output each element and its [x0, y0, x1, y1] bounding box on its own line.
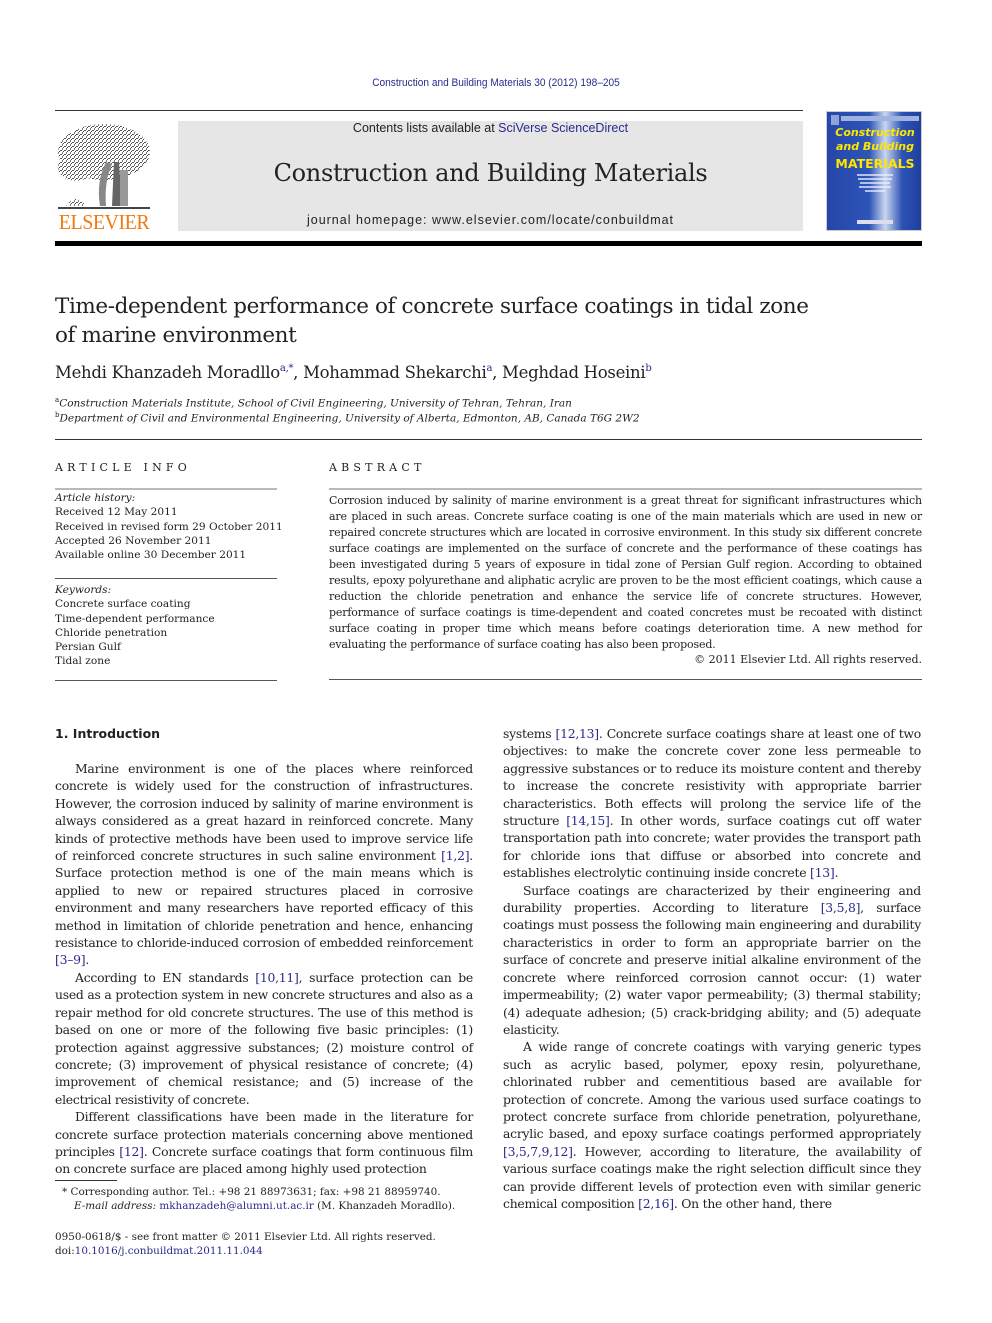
citation-link[interactable]: [3,5,8]: [821, 900, 861, 915]
article-title-line1: Time-dependent performance of concrete s…: [55, 294, 809, 319]
citation-link[interactable]: [10,11]: [255, 970, 299, 985]
citation-link[interactable]: [14,15]: [566, 813, 610, 828]
abstract-rule: [329, 679, 922, 680]
front-matter-line: 0950-0618/$ - see front matter © 2011 El…: [55, 1231, 436, 1243]
body-paragraph: Different classifications have been made…: [55, 1108, 473, 1178]
elsevier-wordmark: ELSEVIER: [58, 210, 150, 234]
cover-subtitle-lines: [855, 174, 895, 194]
cover-title-line3: MATERIALS: [835, 156, 915, 171]
article-info-rule: [55, 488, 277, 490]
paragraph-text: According to EN standards: [75, 969, 256, 985]
paragraph-text: , surface protection can be used as a pr…: [55, 969, 473, 1107]
article-info-rule: [55, 578, 277, 579]
author-list: Mehdi Khanzadeh Moradlloa,*, Mohammad Sh…: [55, 363, 935, 382]
keyword-item: Time-dependent performance: [55, 612, 215, 625]
author-name: Mohammad Shekarchi: [303, 363, 487, 382]
keywords: Keywords: Concrete surface coating Time-…: [55, 583, 215, 669]
keyword-item: Tidal zone: [55, 655, 111, 668]
article-info-heading: ARTICLE INFO: [55, 461, 191, 474]
section-rule: [55, 439, 922, 440]
article-history: Article history: Received 12 May 2011 Re…: [55, 491, 283, 562]
author-affiliation-mark[interactable]: a,*: [280, 363, 294, 374]
paragraph-text: , surface coatings must possess the foll…: [503, 900, 921, 1037]
article-history-label: Article history:: [55, 492, 136, 504]
abstract-text: Corrosion induced by salinity of marine …: [329, 494, 922, 651]
body-paragraph: Surface coatings are characterized by th…: [503, 882, 921, 1039]
citation-link[interactable]: [13]: [810, 865, 835, 880]
cover-title-line2: and Building: [835, 140, 915, 153]
elsevier-tree-icon: [58, 124, 150, 209]
paragraph-text: . On the other hand, there: [673, 1195, 832, 1211]
cover-title: Construction and Building: [827, 126, 923, 154]
citation-link[interactable]: [1,2]: [441, 848, 469, 863]
paragraph-text: .: [85, 952, 90, 968]
citation-link[interactable]: [2,16]: [638, 1196, 674, 1211]
section-heading-introduction: 1. Introduction: [55, 726, 161, 741]
history-item: Available online 30 December 2011: [55, 549, 247, 562]
elsevier-logo[interactable]: ELSEVIER: [54, 120, 154, 234]
journal-masthead: Contents lists available at SciVerse Sci…: [178, 121, 803, 231]
running-header[interactable]: Construction and Building Materials 30 (…: [40, 77, 953, 89]
affiliation-b: bDepartment of Civil and Environmental E…: [55, 411, 640, 425]
author-name: Mehdi Khanzadeh Moradllo: [55, 363, 280, 382]
email-link[interactable]: mkhanzadeh@alumni.ut.ac.ir: [159, 1200, 313, 1212]
citation-link[interactable]: [12]: [119, 1144, 144, 1159]
history-item: Accepted 26 November 2011: [55, 534, 212, 547]
paragraph-text: systems: [503, 726, 556, 741]
cover-title-line1: Construction: [835, 126, 915, 139]
masthead-rule: [55, 241, 922, 246]
keyword-item: Persian Gulf: [55, 641, 121, 654]
author-separator: ,: [492, 363, 503, 382]
email-label: E-mail address:: [74, 1200, 160, 1212]
affiliation-a: aConstruction Materials Institute, Schoo…: [55, 396, 572, 410]
citation-link[interactable]: [3–9]: [55, 952, 86, 967]
keyword-item: Concrete surface coating: [55, 598, 191, 611]
email-suffix: (M. Khanzadeh Moradllo).: [313, 1200, 456, 1212]
top-rule: [55, 110, 803, 111]
contents-line: Contents lists available at SciVerse Sci…: [178, 121, 803, 135]
body-column-left: Marine environment is one of the places …: [55, 760, 473, 1178]
doi-line: doi:10.1016/j.conbuildmat.2011.11.044: [55, 1245, 263, 1257]
sciencedirect-link[interactable]: SciVerse ScienceDirect: [498, 121, 628, 135]
author-name: Meghdad Hoseini: [502, 363, 646, 382]
paragraph-text: Marine environment is one of the places …: [55, 761, 473, 864]
journal-cover-image[interactable]: Construction and Building MATERIALS: [826, 111, 922, 231]
author-separator: ,: [293, 363, 304, 382]
history-item: Received 12 May 2011: [55, 506, 178, 519]
body-paragraph: According to EN standards [10,11], surfa…: [55, 969, 473, 1108]
affiliation-text: Construction Materials Institute, School…: [59, 397, 572, 410]
cover-logo-icon: [831, 115, 839, 125]
abstract-heading: ABSTRACT: [329, 461, 426, 474]
journal-title: Construction and Building Materials: [273, 159, 708, 187]
contents-prefix: Contents lists available at: [352, 121, 499, 135]
article-info-rule: [55, 680, 277, 681]
citation-link[interactable]: [12,13]: [556, 726, 600, 741]
author-affiliation-mark[interactable]: b: [645, 363, 651, 374]
email-footnote: E-mail address: mkhanzadeh@alumni.ut.ac.…: [74, 1200, 455, 1212]
affiliation-text: Department of Civil and Environmental En…: [59, 412, 640, 425]
corresponding-author-footnote: * Corresponding author. Tel.: +98 21 889…: [62, 1186, 441, 1198]
history-item: Received in revised form 29 October 2011: [55, 520, 283, 533]
citation-link[interactable]: [3,5,7,9,12]: [503, 1144, 573, 1159]
article-title: Time-dependent performance of concrete s…: [55, 292, 855, 350]
body-paragraph: A wide range of concrete coatings with v…: [503, 1038, 921, 1212]
paragraph-text: .: [834, 865, 839, 881]
body-column-right: systems [12,13]. Concrete surface coatin…: [503, 725, 921, 1212]
abstract-rule: [329, 488, 922, 490]
cover-top-bar: [841, 116, 919, 121]
paragraph-text: . Surface protection method is one of th…: [55, 848, 473, 951]
body-paragraph: systems [12,13]. Concrete surface coatin…: [503, 725, 921, 882]
keywords-label: Keywords:: [55, 584, 112, 596]
doi-link[interactable]: 10.1016/j.conbuildmat.2011.11.044: [75, 1245, 263, 1257]
paragraph-text: A wide range of concrete coatings with v…: [503, 1039, 921, 1142]
abstract-copyright: © 2011 Elsevier Ltd. All rights reserved…: [694, 653, 922, 666]
journal-homepage-link[interactable]: journal homepage: www.elsevier.com/locat…: [178, 213, 803, 227]
doi-prefix: doi:: [55, 1245, 75, 1257]
footnote-rule: [55, 1180, 117, 1181]
article-title-line2: of marine environment: [55, 323, 297, 348]
body-paragraph: Marine environment is one of the places …: [55, 760, 473, 969]
cover-footer: [857, 220, 893, 224]
keyword-item: Chloride penetration: [55, 626, 168, 639]
